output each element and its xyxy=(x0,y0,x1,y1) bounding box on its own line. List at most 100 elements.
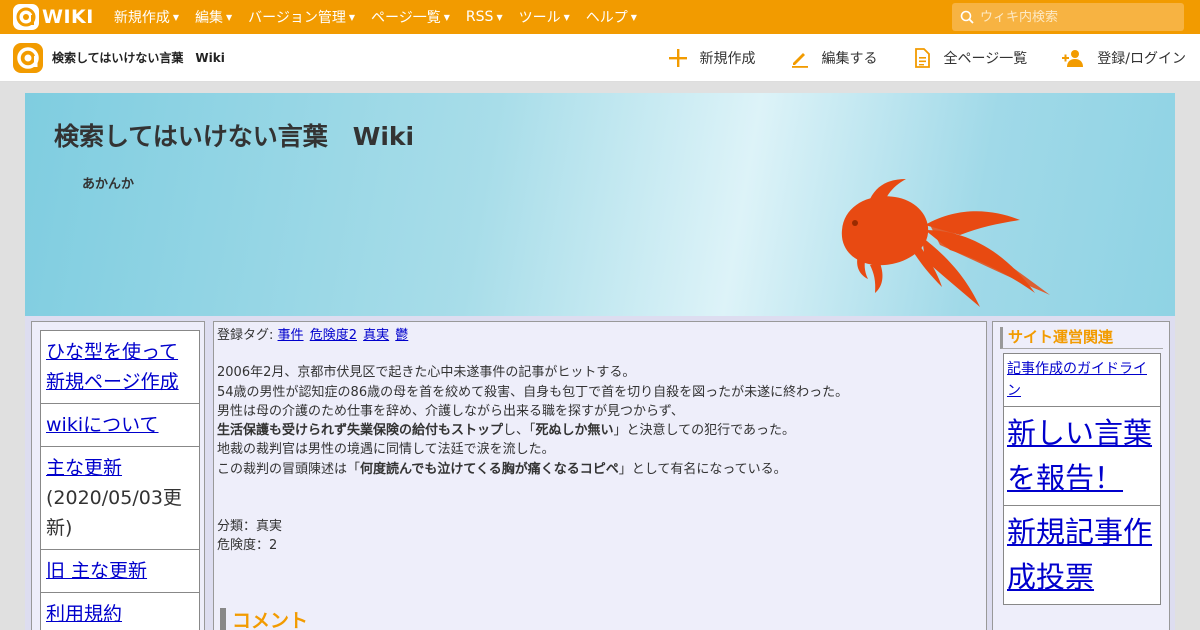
list-item: wikiについて xyxy=(40,403,200,447)
new-article-vote-link[interactable]: 新規記事作成投票 xyxy=(1007,515,1152,594)
caret-down-icon: ▼ xyxy=(348,12,356,22)
document-icon xyxy=(914,48,930,68)
new-page-template-link[interactable]: ひな型を使って新規ページ作成 xyxy=(46,341,179,393)
terms-link[interactable]: 利用規約 xyxy=(46,603,122,625)
login-button[interactable]: 登録/ログイン xyxy=(1061,48,1186,68)
pencil-icon xyxy=(791,53,808,68)
caret-down-icon: ▼ xyxy=(172,12,179,22)
tag-link[interactable]: 事件 xyxy=(278,328,304,343)
logo-text: WIKI xyxy=(42,6,94,28)
menu-version[interactable]: バージョン管理 ▼ xyxy=(248,7,355,27)
new-page-button[interactable]: 新規作成 xyxy=(668,48,756,68)
right-menu-table: 記事作成のガイドライン 新しい言葉を報告！ 新規記事作成投票 xyxy=(1003,353,1161,605)
menu-new-label: 新規作成 xyxy=(113,10,170,26)
menu-rss[interactable]: RSS ▼ xyxy=(466,7,503,27)
search-input[interactable] xyxy=(980,9,1170,25)
list-item: 新しい言葉を報告！ xyxy=(1003,406,1161,506)
top-bar: WIKI 新規作成 ▼ 編集 ▼ バージョン管理 ▼ ページ一覧 ▼ RSS ▼ ツール ▼… xyxy=(0,0,1200,34)
menu-tools[interactable]: ツール ▼ xyxy=(519,7,570,27)
left-menu: ひな型を使って新規ページ作成 wikiについて 主な更新 (2020/05/03更… xyxy=(31,321,205,630)
category-text: 分類：真実 xyxy=(217,519,283,535)
user-add-icon xyxy=(1062,50,1084,67)
new-page-label: 新規作成 xyxy=(699,51,756,67)
bold-text: 生活保護も受けられず失業保険の給付もストップ xyxy=(217,423,504,439)
tag-list: 登録タグ: 事件 危険度2 真実 鬱 xyxy=(217,326,983,345)
at-logo-icon xyxy=(13,4,39,30)
body-paragraph: 男性は母の介護のため仕事を辞め、介護しながら出来る職を探すが見つからず、 xyxy=(217,403,684,419)
list-item: 旧 主な更新 xyxy=(40,549,200,593)
menu-rss-label: RSS xyxy=(465,9,494,25)
list-item: ひな型を使って新規ページ作成 xyxy=(40,330,200,404)
updates-date-note: (2020/05/03更新) xyxy=(46,487,182,539)
edit-button[interactable]: 編集する xyxy=(790,48,878,68)
right-menu: サイト運営関連 記事作成のガイドライン 新しい言葉を報告！ 新規記事作成投票 xyxy=(992,321,1170,630)
body-paragraph: 54歳の男性が認知症の86歳の母を首を絞めて殺害、自身も包丁で首を切り自殺を図っ… xyxy=(217,384,849,400)
header-banner: 検索してはいけない言葉 Wiki あかんか xyxy=(25,93,1175,316)
caret-down-icon: ▼ xyxy=(563,12,570,22)
comment-heading: コメント xyxy=(220,608,308,630)
body-paragraph: 地裁の裁判官は男性の境遇に同情して法廷で涙を流した。 xyxy=(217,442,555,458)
list-item: 利用規約 xyxy=(40,592,200,630)
menu-page-list-label: ページ一覧 xyxy=(371,10,441,26)
bold-text: 死ぬしか無い xyxy=(535,423,614,439)
site-bar: 検索してはいけない言葉 Wiki 新規作成 編集する 全ページ一覧 登録/ログイ… xyxy=(0,34,1200,82)
site-title[interactable]: 検索してはいけない言葉 Wiki xyxy=(52,49,225,66)
body-text: 」と決意しての犯行であった。 xyxy=(613,423,796,439)
list-cell: 新しい言葉を報告！ xyxy=(1003,406,1161,506)
site-logo-icon[interactable] xyxy=(12,42,44,74)
list-cell: 新規記事作成投票 xyxy=(1003,505,1161,605)
menu-new[interactable]: 新規作成 ▼ xyxy=(114,7,179,27)
main-content: 登録タグ: 事件 危険度2 真実 鬱 2006年2月、京都市伏見区で起きた心中未… xyxy=(213,321,987,630)
about-wiki-link[interactable]: wikiについて xyxy=(46,414,159,436)
list-cell: wikiについて xyxy=(40,403,200,447)
search-icon[interactable] xyxy=(960,10,974,24)
list-cell: 利用規約 xyxy=(40,592,200,630)
goldfish-image xyxy=(841,179,1050,307)
banner-subtitle: あかんか xyxy=(82,177,135,192)
caret-down-icon: ▼ xyxy=(496,12,503,22)
body-paragraph: この裁判の冒頭陳述は「何度読んでも泣けてくる胸が痛くなるコピペ」として有名になっ… xyxy=(217,460,983,479)
atwiki-logo[interactable]: WIKI xyxy=(12,0,94,34)
caret-down-icon: ▼ xyxy=(225,12,233,22)
all-pages-button[interactable]: 全ページ一覧 xyxy=(912,48,1028,68)
body-text: し、「 xyxy=(503,423,536,439)
caret-down-icon: ▼ xyxy=(443,12,450,22)
menu-edit-label: 編集 xyxy=(194,10,223,26)
content-area: ひな型を使って新規ページ作成 wikiについて 主な更新 (2020/05/03更… xyxy=(25,316,1175,630)
site-operations-heading: サイト運営関連 xyxy=(1000,327,1163,349)
menu-help[interactable]: ヘルプ ▼ xyxy=(586,7,637,27)
list-cell: ひな型を使って新規ページ作成 xyxy=(40,330,200,404)
menu-help-label: ヘルプ xyxy=(585,10,628,26)
list-cell: 記事作成のガイドライン xyxy=(1003,353,1161,407)
list-item: 記事作成のガイドライン xyxy=(1003,353,1161,407)
report-new-word-link[interactable]: 新しい言葉を報告！ xyxy=(1007,416,1152,495)
body-text: 」として有名になっている。 xyxy=(618,461,787,477)
guideline-link[interactable]: 記事作成のガイドライン xyxy=(1007,361,1147,399)
menu-edit[interactable]: 編集 ▼ xyxy=(195,7,232,27)
menu-page-list[interactable]: ページ一覧 ▼ xyxy=(371,7,450,27)
login-label: 登録/ログイン xyxy=(1097,51,1186,67)
main-updates-link[interactable]: 主な更新 xyxy=(46,457,122,479)
wiki-search xyxy=(952,3,1184,31)
list-item: 主な更新 (2020/05/03更新) xyxy=(40,446,200,550)
list-cell: 主な更新 (2020/05/03更新) xyxy=(40,446,200,550)
list-cell: 旧 主な更新 xyxy=(40,549,200,593)
menu-version-label: バージョン管理 xyxy=(248,10,346,26)
tag-link[interactable]: 真実 xyxy=(363,328,389,343)
body-text: この裁判の冒頭陳述は「 xyxy=(217,461,361,477)
top-menu: 新規作成 ▼ 編集 ▼ バージョン管理 ▼ ページ一覧 ▼ RSS ▼ ツール ▼ ヘルプ ▼ xyxy=(114,7,653,27)
tags-label: 登録タグ: xyxy=(217,328,274,343)
body-paragraph: 2006年2月、京都市伏見区で起きた心中未遂事件の記事がヒットする。 xyxy=(217,365,636,381)
menu-tools-label: ツール xyxy=(518,10,561,26)
all-pages-label: 全ページ一覧 xyxy=(943,51,1028,67)
caret-down-icon: ▼ xyxy=(630,12,637,22)
tag-link[interactable]: 危険度2 xyxy=(310,328,357,343)
list-item: 新規記事作成投票 xyxy=(1003,505,1161,605)
old-updates-link[interactable]: 旧 主な更新 xyxy=(46,560,147,582)
body-paragraph: 生活保護も受けられず失業保険の給付もストップし、「死ぬしか無い」と決意しての犯行… xyxy=(217,421,983,440)
danger-level-text: 危険度：2 xyxy=(217,538,278,554)
left-menu-table: ひな型を使って新規ページ作成 wikiについて 主な更新 (2020/05/03更… xyxy=(40,330,200,630)
tag-link[interactable]: 鬱 xyxy=(395,328,408,343)
bold-text: 何度読んでも泣けてくる胸が痛くなるコピペ xyxy=(360,461,619,477)
banner-title[interactable]: 検索してはいけない言葉 Wiki xyxy=(54,117,414,153)
